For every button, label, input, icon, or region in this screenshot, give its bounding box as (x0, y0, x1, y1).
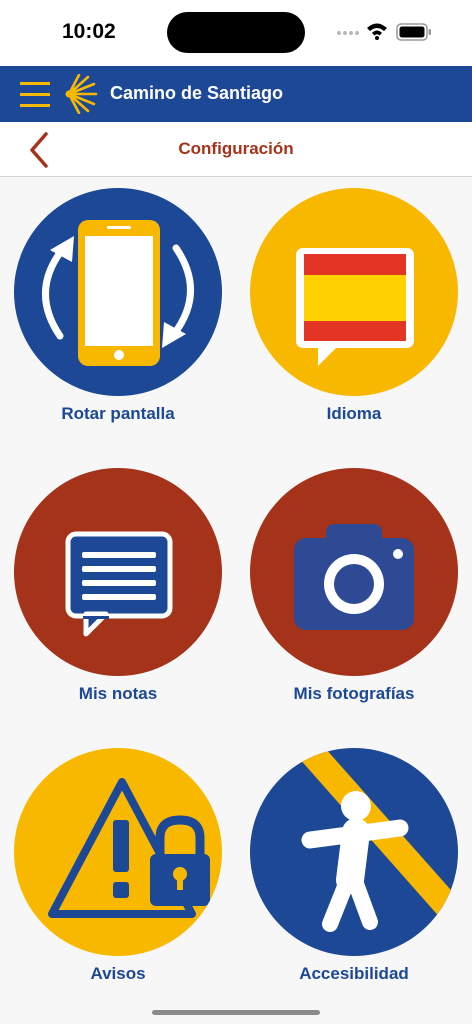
home-indicator[interactable] (152, 1010, 320, 1015)
my-photos-circle (250, 468, 458, 676)
page-title: Configuración (178, 139, 294, 158)
my-photos-label: Mis fotografías (293, 684, 415, 703)
rotate-screen-circle (14, 188, 222, 396)
notes-icon (65, 531, 173, 637)
scallop-shell-icon (65, 74, 98, 114)
sub-header: Configuración (0, 122, 472, 177)
alerts-label: Avisos (90, 964, 146, 983)
cellular-signal-icon (337, 31, 359, 35)
app-bar: Camino de Santiago (0, 66, 472, 122)
language-label: Idioma (326, 404, 382, 423)
app-title: Camino de Santiago (110, 83, 284, 103)
language-circle (250, 188, 458, 396)
language-option[interactable]: Idioma (236, 178, 472, 458)
alerts-option[interactable]: Avisos (0, 738, 236, 1018)
status-time: 10:02 (62, 20, 116, 43)
my-notes-option[interactable]: Mis notas (0, 458, 236, 738)
my-notes-label: Mis notas (78, 684, 158, 703)
accessibility-icon (290, 748, 458, 938)
accessibility-option[interactable]: Accesibilidad (236, 738, 472, 1018)
camera-icon (294, 524, 414, 630)
rotate-phone-icon (42, 220, 194, 366)
spain-flag-icon (296, 248, 414, 366)
my-photos-option[interactable]: Mis fotografías (236, 458, 472, 738)
accessibility-label: Accesibilidad (299, 964, 409, 983)
my-notes-circle (14, 468, 222, 676)
warning-lock-icon (48, 778, 210, 918)
alerts-circle (14, 748, 222, 956)
rotate-screen-option[interactable]: Rotar pantalla (0, 178, 236, 458)
status-bar: 10:02 (0, 0, 472, 66)
wifi-icon (367, 23, 387, 40)
dynamic-island (167, 12, 305, 53)
battery-icon (396, 23, 431, 41)
accessibility-circle (250, 748, 458, 956)
rotate-screen-label: Rotar pantalla (61, 404, 175, 423)
hamburger-menu-icon[interactable] (18, 76, 52, 112)
